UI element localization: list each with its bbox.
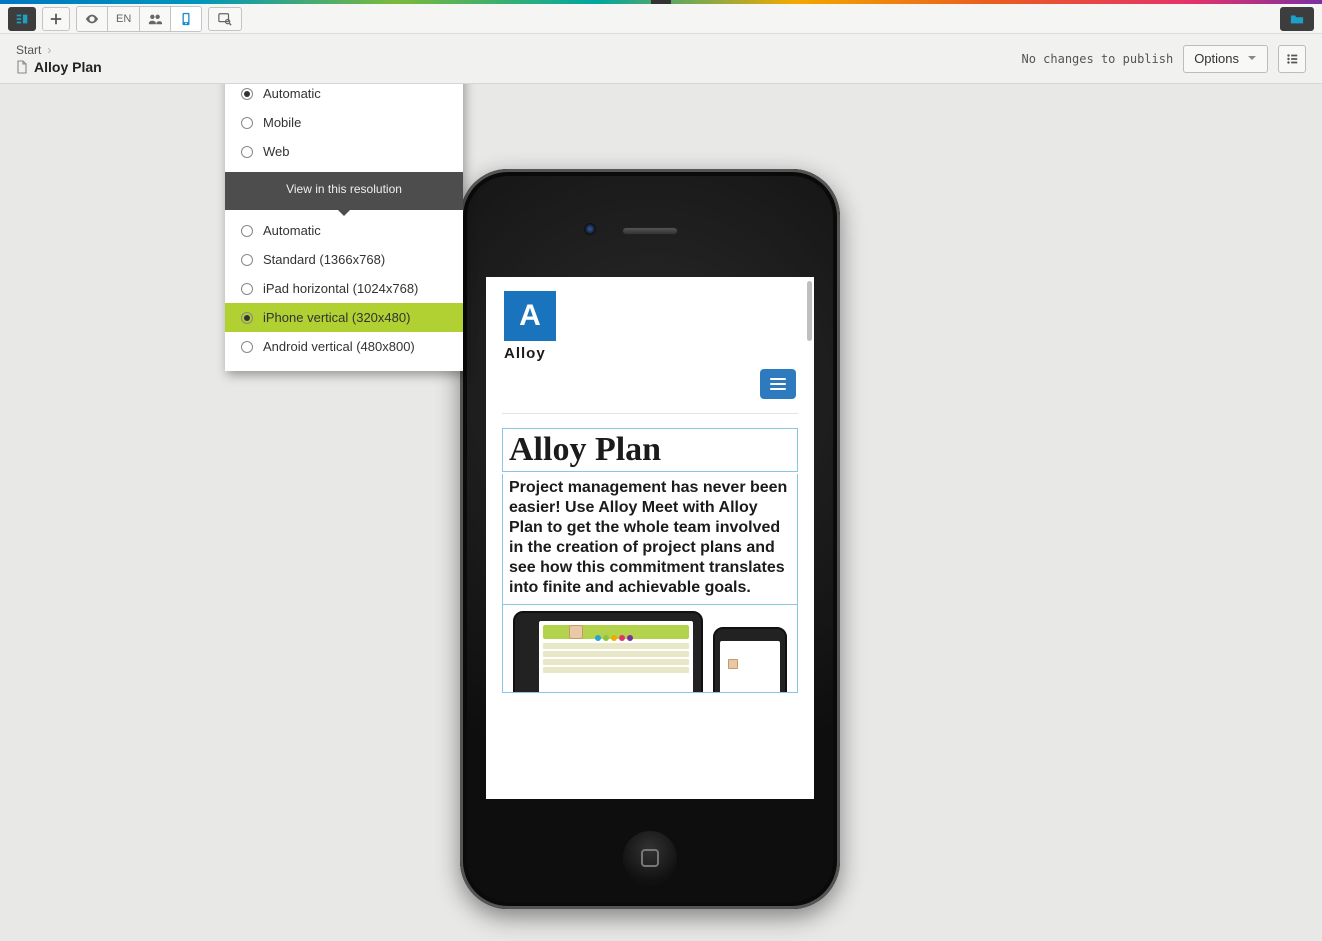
mobile-menu-button[interactable]: [760, 369, 796, 399]
logo-letter: A: [519, 299, 541, 333]
resolution-options: Automatic Standard (1366x768) iPad horizon…: [225, 210, 463, 371]
options-label: Options: [1194, 51, 1239, 66]
resolution-option[interactable]: iPad horizontal (1024x768): [225, 274, 463, 303]
radio-icon: [241, 283, 253, 295]
site-logo[interactable]: A Alloy: [504, 291, 556, 362]
channel-resolution-dropdown: Select a channel AutomaticMobileWeb View…: [225, 84, 463, 371]
radio-icon: [241, 254, 253, 266]
properties-toggle-button[interactable]: [1278, 45, 1306, 73]
radio-icon: [241, 88, 253, 100]
radio-icon: [241, 225, 253, 237]
device-home-button[interactable]: [623, 831, 677, 885]
page-intro-text: Project management has never been easier…: [509, 478, 791, 598]
search-button[interactable]: [208, 7, 242, 31]
preview-header: A Alloy: [486, 277, 814, 409]
chevron-right-icon: ›: [47, 43, 51, 57]
page-title: Alloy Plan: [16, 59, 102, 75]
visitor-groups-icon[interactable]: [140, 7, 171, 31]
assets-pane-toggle[interactable]: [1280, 7, 1314, 31]
device-camera: [584, 223, 596, 235]
channel-option[interactable]: Web: [225, 137, 463, 166]
radio-icon: [241, 146, 253, 158]
logo-text: Alloy: [504, 345, 546, 362]
page-title-text: Alloy Plan: [34, 59, 102, 75]
page-icon: [16, 60, 28, 74]
editable-image-region[interactable]: [502, 605, 798, 693]
editable-intro-region[interactable]: Project management has never been easier…: [502, 474, 798, 605]
radio-icon: [241, 117, 253, 129]
resolution-option[interactable]: Automatic: [225, 216, 463, 245]
resolution-option-label: Android vertical (480x800): [263, 339, 415, 354]
device-speaker: [622, 227, 678, 235]
publish-options-button[interactable]: Options: [1183, 45, 1268, 73]
navigation-pane-toggle[interactable]: [8, 7, 36, 31]
resolution-option-label: iPad horizontal (1024x768): [263, 281, 418, 296]
resolution-option[interactable]: Android vertical (480x800): [225, 332, 463, 361]
publish-status: No changes to publish: [1021, 52, 1173, 66]
main-toolbar: EN: [0, 4, 1322, 34]
channel-options: Automatic Mobile Web: [225, 84, 463, 172]
radio-icon: [241, 312, 253, 324]
view-mode-group: EN: [76, 6, 202, 32]
resolution-header: View in this resolution: [225, 172, 463, 210]
illustration-phone: [713, 627, 787, 693]
resolution-option-label: iPhone vertical (320x480): [263, 310, 410, 325]
device-screen: A Alloy Alloy Plan Project management ha…: [486, 277, 814, 799]
radio-icon: [241, 341, 253, 353]
language-selector[interactable]: EN: [108, 7, 140, 31]
page-heading: Alloy Plan: [509, 431, 791, 469]
resolution-option-label: Automatic: [263, 223, 321, 238]
channel-option-label: Web: [263, 144, 290, 159]
resolution-option[interactable]: iPhone vertical (320x480): [225, 303, 463, 332]
divider: [502, 413, 798, 414]
channel-option[interactable]: Mobile: [225, 108, 463, 137]
resolution-option[interactable]: Standard (1366x768): [225, 245, 463, 274]
illustration-tablet: [513, 611, 703, 693]
channel-option-label: Mobile: [263, 115, 301, 130]
resolution-option-label: Standard (1366x768): [263, 252, 385, 267]
editable-title-region[interactable]: Alloy Plan: [502, 428, 798, 472]
preview-page: A Alloy Alloy Plan Project management ha…: [486, 277, 814, 799]
breadcrumb-root[interactable]: Start: [16, 43, 41, 57]
preview-canvas: Select a channel AutomaticMobileWeb View…: [0, 84, 1322, 941]
preview-eye-icon[interactable]: [77, 7, 108, 31]
device-preview-icon[interactable]: [171, 7, 201, 31]
preview-scrollbar[interactable]: [807, 281, 812, 341]
breadcrumb[interactable]: Start ›: [16, 43, 102, 57]
device-frame-iphone: A Alloy Alloy Plan Project management ha…: [460, 169, 840, 909]
logo-mark: A: [504, 291, 556, 341]
add-content-button[interactable]: [42, 7, 70, 31]
chevron-down-icon: [1247, 51, 1257, 66]
channel-option[interactable]: Automatic: [225, 84, 463, 108]
page-header-bar: Start › Alloy Plan No changes to publish…: [0, 34, 1322, 84]
channel-option-label: Automatic: [263, 86, 321, 101]
